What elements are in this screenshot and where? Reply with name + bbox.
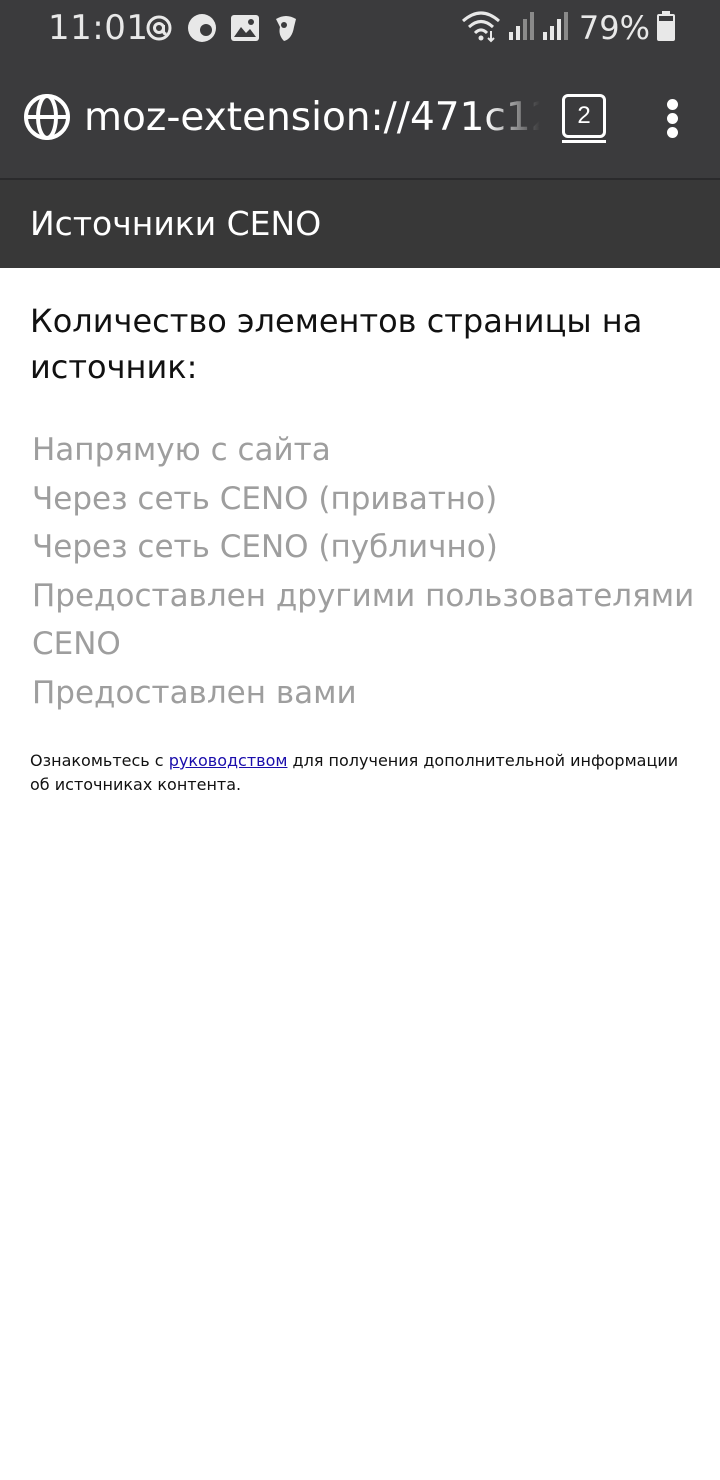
source-item-private: Через сеть CENO (приватно) xyxy=(32,480,498,517)
guide-link[interactable]: руководством xyxy=(169,751,288,770)
tab-count: 2 xyxy=(562,94,606,138)
image-icon xyxy=(230,14,260,42)
battery-icon xyxy=(656,10,676,47)
browser-toolbar: moz-extension://471c125 2 xyxy=(0,56,720,180)
page-title: Источники CENO xyxy=(30,204,322,243)
source-item-local: Предоставлен вами xyxy=(32,674,357,711)
globe-icon xyxy=(24,94,70,140)
wifi-icon xyxy=(461,9,501,48)
url-bar[interactable]: moz-extension://471c125 xyxy=(84,92,540,144)
source-item-public: Через сеть CENO (публично) xyxy=(32,529,498,565)
source-list: Напрямую с сайта Через сеть CENO (приват… xyxy=(30,426,700,717)
sources-heading: Количество элементов страницы на источни… xyxy=(30,302,643,386)
battery-percent: 79% xyxy=(578,9,650,47)
app-icon xyxy=(272,13,300,43)
signal-icon xyxy=(507,10,535,47)
status-bar: 11:01 79% xyxy=(0,0,720,56)
menu-button[interactable] xyxy=(648,90,698,146)
menu-dot xyxy=(667,113,678,124)
menu-dot xyxy=(667,127,678,138)
tabs-underline xyxy=(562,140,606,143)
site-info-button[interactable] xyxy=(22,92,72,142)
source-item-peers: Предоставлен другими пользователями CENO xyxy=(32,577,695,663)
menu-dot xyxy=(667,99,678,110)
page-content: Количество элементов страницы на источни… xyxy=(30,298,700,813)
status-notification-icons xyxy=(144,12,300,44)
tabs-button[interactable]: 2 xyxy=(556,90,614,146)
status-system-icons: 79% xyxy=(461,8,676,48)
page-header: Источники CENO xyxy=(0,180,720,268)
signal-icon xyxy=(541,10,569,47)
footnote: Ознакомьтесь с руководством для получени… xyxy=(30,749,698,797)
source-item-origin: Напрямую с сайта xyxy=(32,432,331,468)
at-sign-icon xyxy=(144,13,174,43)
notification-icon xyxy=(186,12,218,44)
status-time: 11:01 xyxy=(48,8,149,48)
footnote-text-before: Ознакомьтесь с xyxy=(30,751,169,770)
